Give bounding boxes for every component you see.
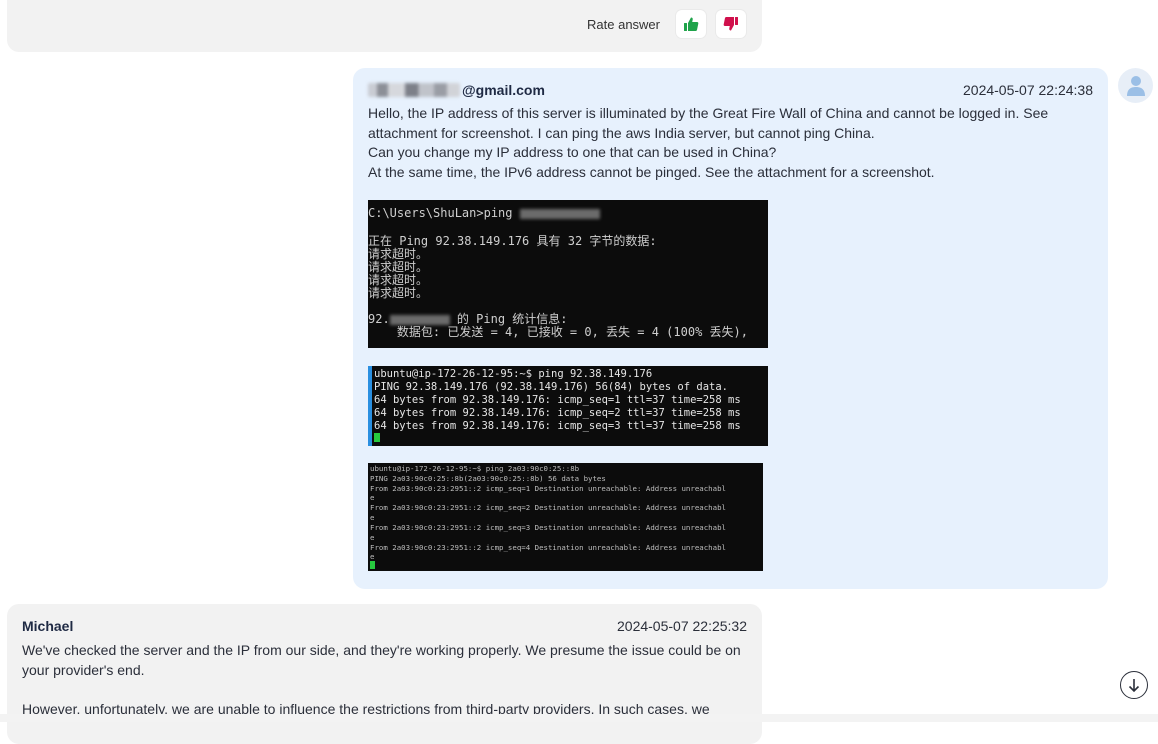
terminal-line: From 2a03:90c0:23:2951::2 icmp_seq=2 Des… xyxy=(370,503,726,512)
terminal-line: PING 2a03:90c0:25::8b(2a03:90c0:25::8b) … xyxy=(370,474,606,483)
user-email: @gmail.com xyxy=(368,82,545,98)
terminal-line: PING 92.38.149.176 (92.38.149.176) 56(84… xyxy=(374,381,729,393)
agent-message-paragraph: We've checked the server and the IP from… xyxy=(22,642,741,678)
thumbs-up-icon xyxy=(684,17,699,31)
terminal-line: 64 bytes from 92.38.149.176: icmp_seq=1 … xyxy=(374,394,741,406)
terminal-line: e xyxy=(370,533,375,542)
terminal-line: From 2a03:90c0:23:2951::2 icmp_seq=4 Des… xyxy=(370,543,726,552)
user-message-paragraph: Can you change my IP address to one that… xyxy=(368,144,777,161)
terminal-border xyxy=(368,366,372,446)
user-avatar-icon xyxy=(1126,75,1145,96)
thumbs-down-button[interactable] xyxy=(716,10,746,38)
user-message-paragraph: At the same time, the IPv6 address canno… xyxy=(368,164,935,181)
terminal-line: e xyxy=(370,552,375,561)
terminal-line: ubuntu@ip-172-26-12-95:~$ ping 2a03:90c0… xyxy=(370,464,580,473)
user-message-timestamp: 2024-05-07 22:24:38 xyxy=(963,82,1093,98)
scroll-to-bottom-button[interactable] xyxy=(1120,671,1148,699)
agent-message-text: We've checked the server and the IP from… xyxy=(22,640,747,719)
terminal-line: e xyxy=(370,513,375,522)
terminal-line: C:\Users\ShuLan>ping xyxy=(368,206,600,220)
user-message-bubble: @gmail.com 2024-05-07 22:24:38 Hello, th… xyxy=(353,68,1108,589)
terminal-line: From 2a03:90c0:23:2951::2 icmp_seq=3 Des… xyxy=(370,523,726,532)
agent-name: Michael xyxy=(22,618,74,634)
terminal-line: 请求超时。 xyxy=(368,286,429,300)
terminal-line: 64 bytes from 92.38.149.176: icmp_seq=2 … xyxy=(374,407,741,419)
terminal-line: 64 bytes from 92.38.149.176: icmp_seq=3 … xyxy=(374,420,741,432)
rate-answer-row: Rate answer xyxy=(587,10,746,38)
terminal-line: 数据包: 已发送 = 4, 已接收 = 0, 丢失 = 4 (100% 丢失), xyxy=(368,325,748,339)
terminal-line: ubuntu@ip-172-26-12-95:~$ ping 92.38.149… xyxy=(374,368,653,380)
agent-message-timestamp: 2024-05-07 22:25:32 xyxy=(617,618,747,634)
thumbs-up-button[interactable] xyxy=(676,10,706,38)
terminal-line: From 2a03:90c0:23:2951::2 icmp_seq=1 Des… xyxy=(370,484,726,493)
user-message-text: Hello, the IP address of this server is … xyxy=(368,104,1068,183)
agent-message-bubble: Michael 2024-05-07 22:25:32 We've checke… xyxy=(7,604,762,744)
attachment-screenshot-linux-ping-ipv6[interactable]: ubuntu@ip-172-26-12-95:~$ ping 2a03:90c0… xyxy=(368,463,763,571)
arrow-down-icon xyxy=(1128,679,1140,693)
attachment-screenshot-linux-ping-ipv4[interactable]: ubuntu@ip-172-26-12-95:~$ ping 92.38.149… xyxy=(368,366,768,446)
attachment-screenshot-windows-ping[interactable]: C:\Users\ShuLan>ping 正在 Ping 92.38.149.1… xyxy=(368,200,768,348)
thumbs-down-icon xyxy=(723,17,738,31)
previous-answer-bubble: Rate answer xyxy=(7,0,762,52)
terminal-cursor xyxy=(374,433,380,442)
terminal-line: e xyxy=(370,493,375,502)
user-message-paragraph: Hello, the IP address of this server is … xyxy=(368,105,1049,141)
user-avatar xyxy=(1118,68,1153,103)
user-email-domain: @gmail.com xyxy=(462,82,545,98)
redacted-email-part xyxy=(368,83,460,97)
rate-answer-label: Rate answer xyxy=(587,16,660,32)
bottom-input-area-edge xyxy=(0,714,1158,722)
terminal-cursor xyxy=(370,561,375,569)
